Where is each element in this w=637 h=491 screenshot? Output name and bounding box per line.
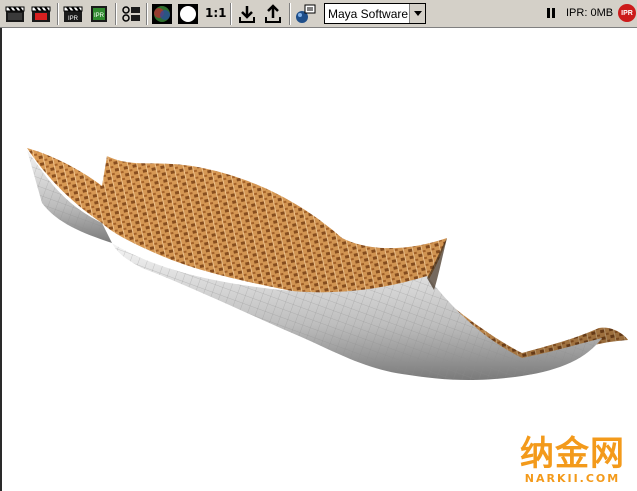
- render-frame-button[interactable]: [4, 3, 26, 25]
- toolbar-separator: [57, 3, 59, 25]
- clapboard-red-icon: [31, 6, 51, 22]
- real-size-button[interactable]: 1:1: [205, 6, 227, 20]
- renderer-dropdown-value: Maya Software: [328, 7, 409, 21]
- render-view-toolbar: IPR IPR 1:1 Maya Software IPR: 0MB IPR: [0, 0, 637, 28]
- render-viewport: 纳金网 NARKII.COM: [0, 28, 637, 491]
- snapshot-button[interactable]: [120, 3, 142, 25]
- pause-icon[interactable]: [547, 8, 555, 18]
- chevron-down-icon[interactable]: [409, 4, 425, 23]
- toolbar-separator: [230, 3, 232, 25]
- renderer-dropdown[interactable]: Maya Software: [324, 3, 426, 24]
- keep-image-icon: [239, 6, 255, 23]
- keep-image-button[interactable]: [236, 3, 258, 25]
- svg-text:IPR: IPR: [68, 16, 79, 22]
- ipr-stop-button[interactable]: IPR: [618, 4, 636, 22]
- ipr-green-icon: IPR: [91, 6, 107, 22]
- ipr-refresh-button[interactable]: IPR: [88, 3, 110, 25]
- alpha-channel-icon: [178, 4, 198, 24]
- ipr-render-button[interactable]: IPR: [62, 3, 84, 25]
- clapboard-icon: [5, 6, 25, 22]
- toolbar-separator: [289, 3, 291, 25]
- rgb-channels-icon: [152, 4, 172, 24]
- rendered-cloth-image: [27, 148, 628, 381]
- watermark-logo: 纳金网 NARKII.COM: [520, 436, 625, 485]
- ipr-memory-status: IPR: 0MB: [566, 7, 614, 19]
- watermark-cn: 纳金网: [520, 434, 625, 474]
- alpha-channel-button[interactable]: [177, 3, 199, 25]
- ipr-clapboard-icon: IPR: [63, 6, 83, 22]
- snapshot-icon: [122, 6, 140, 22]
- rgb-channel-button[interactable]: [151, 3, 173, 25]
- render-settings-icon: [296, 4, 316, 23]
- render-settings-button[interactable]: [294, 3, 316, 25]
- render-region-button[interactable]: [30, 3, 52, 25]
- toolbar-separator: [115, 3, 117, 25]
- svg-text:IPR: IPR: [94, 13, 105, 19]
- toolbar-separator: [146, 3, 148, 25]
- remove-image-button[interactable]: [262, 3, 284, 25]
- watermark-en: NARKII.COM: [524, 472, 621, 485]
- remove-image-icon: [265, 4, 281, 23]
